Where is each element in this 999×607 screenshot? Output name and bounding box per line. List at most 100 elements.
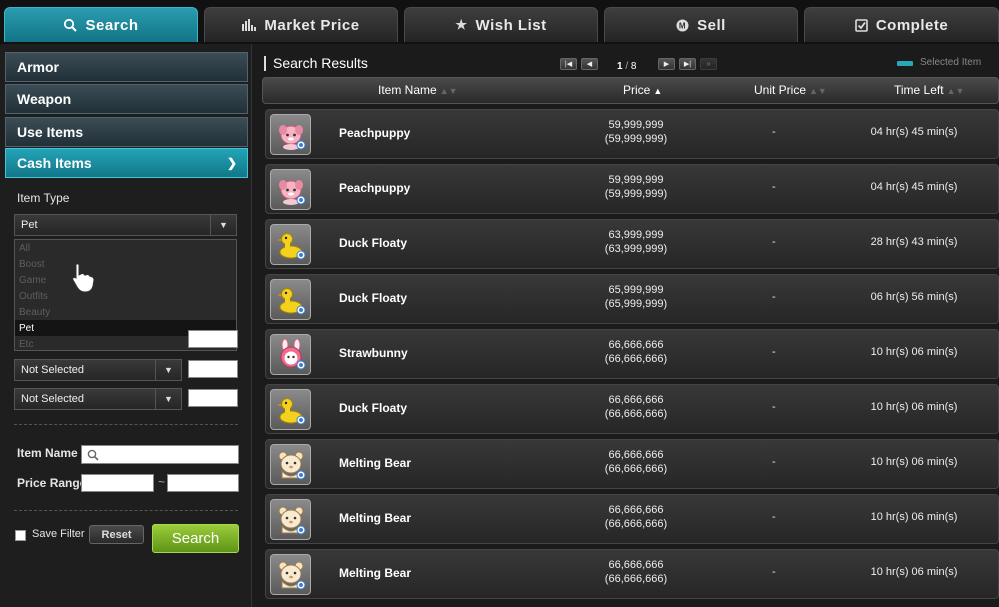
item-name: Strawbunny xyxy=(339,346,408,360)
stat-filter-select-1[interactable]: Not Selected ▼ xyxy=(14,359,182,381)
category-weapon[interactable]: Weapon xyxy=(5,84,248,114)
result-row[interactable]: Duck Floaty 65,999,999 (65,999,999) - 06 hr(… xyxy=(265,274,999,324)
bar-chart-icon xyxy=(242,19,257,31)
search-button[interactable]: Search xyxy=(152,524,239,553)
unit-price: - xyxy=(772,401,776,413)
price-sub-value: (66,666,666) xyxy=(604,408,668,420)
price-range-label: Price Range xyxy=(17,476,87,490)
result-row[interactable]: Melting Bear 66,666,666 (66,666,666) - 10 hr… xyxy=(265,439,999,489)
chevron-down-icon: ▼ xyxy=(155,360,181,380)
item-name: Duck Floaty xyxy=(339,291,408,305)
time-left: 10 hr(s) 06 min(s) xyxy=(870,511,958,523)
item-price: 63,999,999 (63,999,999) xyxy=(566,228,706,256)
item-price: 66,666,666 (66,666,666) xyxy=(566,393,706,421)
result-row[interactable]: Melting Bear 66,666,666 (66,666,666) - 10 hr… xyxy=(265,494,999,544)
price-value: 65,999,999 xyxy=(608,284,664,296)
dropdown-option[interactable]: Boost xyxy=(15,256,236,272)
dropdown-option[interactable]: Beauty xyxy=(15,304,236,320)
item-thumbnail xyxy=(270,444,311,485)
next-set-button[interactable]: ▶| xyxy=(679,58,696,70)
price-max-input[interactable] xyxy=(167,474,239,492)
tab-wish-list[interactable]: ★ Wish List xyxy=(404,7,598,42)
chevron-down-icon: ▼ xyxy=(155,389,181,409)
reset-button[interactable]: Reset xyxy=(89,525,144,544)
category-cash-items[interactable]: Cash Items ❯ xyxy=(5,148,248,178)
item-name: Melting Bear xyxy=(339,511,412,525)
item-price: 59,999,999 (59,999,999) xyxy=(566,173,706,201)
price-value: 59,999,999 xyxy=(608,119,664,131)
dropdown-option[interactable]: All xyxy=(15,240,236,256)
checkbox-icon xyxy=(855,18,868,32)
item-price: 59,999,999 (59,999,999) xyxy=(566,118,706,146)
time-left: 28 hr(s) 43 min(s) xyxy=(870,236,958,248)
price-sub-value: (63,999,999) xyxy=(604,243,668,255)
price-min-input[interactable] xyxy=(81,474,154,492)
item-type-label: Item Type xyxy=(17,191,70,205)
price-sub-value: (66,666,666) xyxy=(604,518,668,530)
result-row[interactable]: Peachpuppy 59,999,999 (59,999,999) - 04 hr(s… xyxy=(265,164,999,214)
stat-filter-value: Not Selected xyxy=(21,364,84,376)
item-type-value: Pet xyxy=(21,219,38,231)
stat-value-input-hidden[interactable] xyxy=(188,330,238,348)
price-value: 66,666,666 xyxy=(608,339,664,351)
tab-label: Market Price xyxy=(264,16,360,34)
item-thumbnail xyxy=(270,554,311,595)
column-header-unit-price[interactable]: Unit Price ▲▼ xyxy=(754,83,827,97)
category-label: Armor xyxy=(17,59,60,75)
item-thumbnail xyxy=(270,279,311,320)
result-row[interactable]: Melting Bear 66,666,666 (66,666,666) - 10 hr… xyxy=(265,549,999,599)
tab-market-price[interactable]: Market Price xyxy=(204,7,398,42)
price-sub-value: (59,999,999) xyxy=(604,188,668,200)
tab-complete[interactable]: Complete xyxy=(804,7,999,42)
result-row[interactable]: Duck Floaty 63,999,999 (63,999,999) - 28 hr(… xyxy=(265,219,999,269)
unit-price: - xyxy=(772,456,776,468)
item-name: Melting Bear xyxy=(339,566,412,580)
dropdown-option[interactable]: Game xyxy=(15,272,236,288)
tab-label: Sell xyxy=(697,16,726,34)
result-row[interactable]: Duck Floaty 66,666,666 (66,666,666) - 10 hr(… xyxy=(265,384,999,434)
result-row[interactable]: Strawbunny 66,666,666 (66,666,666) - 10 hr(s… xyxy=(265,329,999,379)
price-value: 66,666,666 xyxy=(608,559,664,571)
category-use-items[interactable]: Use Items xyxy=(5,117,248,147)
first-page-button[interactable]: |◀ xyxy=(560,58,577,70)
price-sub-value: (66,666,666) xyxy=(604,353,668,365)
column-header-time-left[interactable]: Time Left ▲▼ xyxy=(894,83,964,97)
next-page-button[interactable]: ▶ xyxy=(658,58,675,70)
item-thumbnail xyxy=(270,334,311,375)
page-current: 1 xyxy=(617,61,623,72)
unit-price: - xyxy=(772,181,776,193)
unit-price: - xyxy=(772,236,776,248)
category-armor[interactable]: Armor xyxy=(5,52,248,82)
chevron-down-icon: ▼ xyxy=(210,215,236,235)
last-page-button[interactable]: » xyxy=(700,58,717,70)
tab-label: Search xyxy=(85,16,139,34)
category-label: Weapon xyxy=(17,91,72,107)
dropdown-option[interactable]: Outfits xyxy=(15,288,236,304)
stat-filter-select-2[interactable]: Not Selected ▼ xyxy=(14,388,182,410)
tab-sell[interactable]: M Sell xyxy=(604,7,798,42)
result-row[interactable]: Peachpuppy 59,999,999 (59,999,999) - 04 hr(s… xyxy=(265,109,999,159)
item-thumbnail xyxy=(270,169,311,210)
unit-price: - xyxy=(772,511,776,523)
selected-item-legend: Selected Item xyxy=(920,57,982,68)
column-header-item-name[interactable]: Item Name ▲▼ xyxy=(378,83,458,97)
stat-value-input-2[interactable] xyxy=(188,389,238,407)
stat-value-input-1[interactable] xyxy=(188,360,238,378)
column-label: Unit Price xyxy=(754,83,807,97)
sort-asc-icon: ▲ xyxy=(653,86,663,96)
price-value: 63,999,999 xyxy=(608,229,664,241)
item-type-select[interactable]: Pet ▼ xyxy=(14,214,237,236)
item-price: 66,666,666 (66,666,666) xyxy=(566,448,706,476)
item-name-input[interactable] xyxy=(81,445,239,464)
sort-icon: ▲▼ xyxy=(946,86,965,96)
item-thumbnail xyxy=(270,224,311,265)
item-price: 66,666,666 (66,666,666) xyxy=(566,558,706,586)
unit-price: - xyxy=(772,346,776,358)
item-thumbnail xyxy=(270,499,311,540)
tab-search[interactable]: Search xyxy=(4,7,198,42)
time-left: 04 hr(s) 45 min(s) xyxy=(870,126,958,138)
save-filter-checkbox[interactable] xyxy=(15,530,26,541)
page-indicator: 1 / 8 xyxy=(617,61,637,72)
column-header-price[interactable]: Price ▲ xyxy=(623,83,662,97)
prev-page-button[interactable]: ◀ xyxy=(581,58,598,70)
